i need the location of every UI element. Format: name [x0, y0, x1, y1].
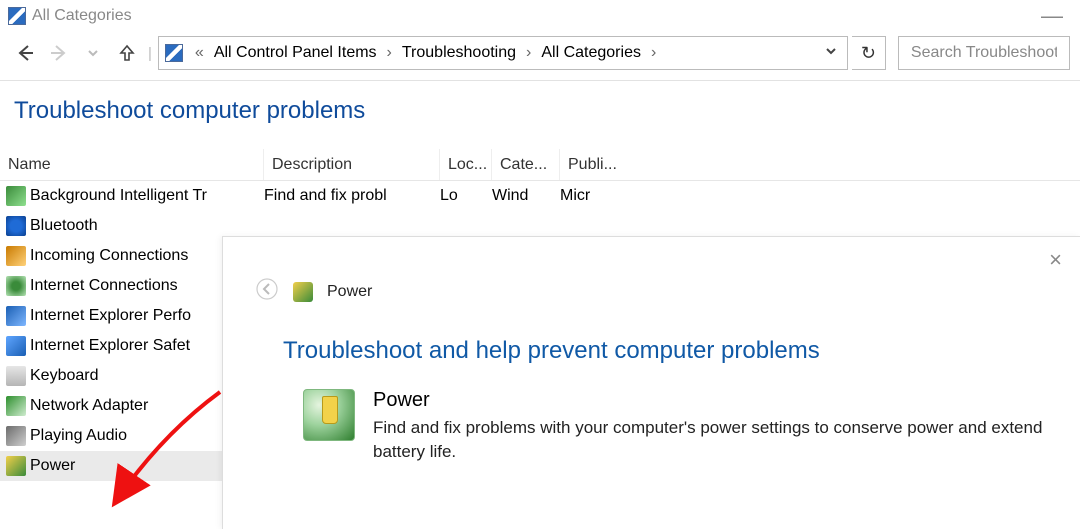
troubleshooter-wizard: × Power Troubleshoot and help prevent co… — [222, 236, 1080, 529]
minimize-button[interactable]: — — [1032, 3, 1072, 29]
wizard-back-button[interactable] — [255, 277, 279, 307]
column-headers: Name Description Loc... Cate... Publi... — [0, 149, 1080, 181]
item-icon — [6, 456, 26, 476]
col-name[interactable]: Name — [0, 149, 264, 180]
item-icon — [6, 396, 26, 416]
col-category[interactable]: Cate... — [492, 149, 560, 180]
back-button[interactable] — [10, 38, 40, 68]
address-bar[interactable]: « All Control Panel Items › Troubleshoot… — [158, 36, 848, 70]
item-icon — [6, 306, 26, 326]
recent-locations-button[interactable] — [78, 38, 108, 68]
app-icon — [8, 7, 26, 25]
breadcrumb-prefix: « — [189, 44, 210, 62]
window-titlebar: All Categories — — [0, 0, 1080, 32]
navigation-bar: | « All Control Panel Items › Troublesho… — [0, 32, 1080, 80]
col-publisher[interactable]: Publi... — [560, 149, 1080, 180]
item-publisher: Micr — [560, 187, 1080, 205]
search-input[interactable] — [909, 43, 1059, 63]
item-name: Bluetooth — [30, 217, 264, 235]
breadcrumb-item[interactable]: Troubleshooting — [398, 44, 520, 62]
item-category: Wind — [492, 187, 560, 205]
window-title: All Categories — [32, 7, 132, 25]
item-icon — [6, 186, 26, 206]
power-icon — [293, 282, 313, 302]
list-item[interactable]: Background Intelligent TrFind and fix pr… — [0, 181, 1080, 211]
location-icon — [165, 44, 183, 62]
col-location[interactable]: Loc... — [440, 149, 492, 180]
item-name: Background Intelligent Tr — [30, 187, 264, 205]
refresh-button[interactable]: ↻ — [852, 36, 886, 70]
chevron-right-icon: › — [520, 44, 537, 62]
search-box[interactable] — [898, 36, 1070, 70]
wizard-item-title[interactable]: Power — [373, 389, 1060, 412]
nav-separator: | — [148, 45, 152, 62]
item-icon — [6, 366, 26, 386]
item-icon — [6, 276, 26, 296]
item-description: Find and fix probl — [264, 187, 440, 205]
item-icon — [6, 336, 26, 356]
item-location: Lo — [440, 187, 492, 205]
item-icon — [6, 426, 26, 446]
wizard-title: Power — [327, 283, 372, 301]
up-button[interactable] — [112, 38, 142, 68]
close-button[interactable]: × — [1049, 247, 1062, 273]
item-icon — [6, 246, 26, 266]
item-icon — [6, 216, 26, 236]
power-large-icon — [303, 389, 355, 441]
wizard-item-description: Find and fix problems with your computer… — [373, 416, 1060, 464]
forward-button[interactable] — [44, 38, 74, 68]
col-description[interactable]: Description — [264, 149, 440, 180]
address-dropdown-button[interactable] — [815, 44, 847, 62]
page-heading: Troubleshoot computer problems — [0, 81, 1080, 149]
chevron-right-icon: › — [381, 44, 398, 62]
breadcrumb-item[interactable]: All Control Panel Items — [210, 44, 381, 62]
breadcrumb-item[interactable]: All Categories — [537, 44, 645, 62]
chevron-right-icon: › — [645, 44, 662, 62]
wizard-heading: Troubleshoot and help prevent computer p… — [283, 337, 1060, 365]
